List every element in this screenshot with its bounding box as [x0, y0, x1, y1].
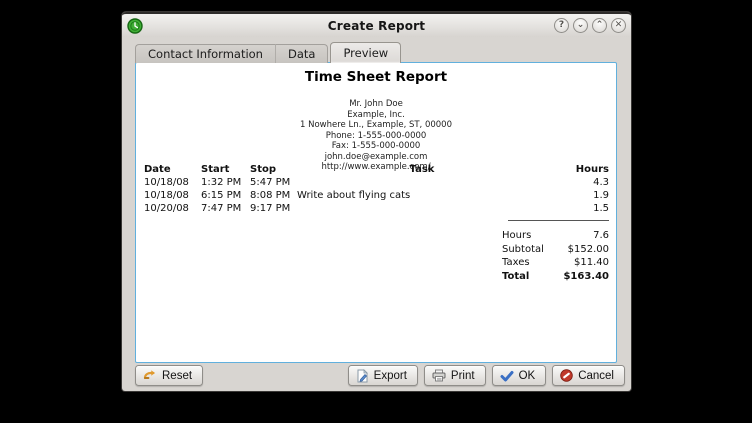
- report-title: Time Sheet Report: [136, 69, 616, 85]
- cell-start: 7:47 PM: [201, 202, 250, 215]
- print-label: Print: [451, 370, 475, 382]
- totals-value: $152.00: [568, 243, 609, 257]
- cell-date: 10/18/08: [144, 176, 201, 189]
- table-row: 10/20/08 7:47 PM 9:17 PM 1.5: [136, 202, 616, 215]
- contact-line: Fax: 1-555-000-0000: [136, 141, 616, 152]
- reset-label: Reset: [162, 370, 192, 382]
- cell-hours: 4.3: [547, 176, 609, 189]
- totals-divider: [508, 220, 609, 221]
- totals-value: 7.6: [593, 229, 609, 243]
- col-header-task: Task: [294, 163, 547, 176]
- export-document-icon: [356, 369, 369, 383]
- totals-row: Hours 7.6: [502, 229, 609, 243]
- cancel-label: Cancel: [578, 370, 614, 382]
- totals-row: Subtotal $152.00: [502, 243, 609, 257]
- export-button[interactable]: Export: [348, 365, 418, 386]
- printer-icon: [432, 369, 446, 382]
- ok-button[interactable]: OK: [492, 365, 547, 386]
- totals-label: Subtotal: [502, 243, 544, 257]
- table-body: 10/18/08 1:32 PM 5:47 PM 4.3 10/18/08 6:…: [136, 176, 616, 215]
- table-header-row: Date Start Stop Task Hours: [136, 163, 616, 176]
- contact-line: Phone: 1-555-000-0000: [136, 131, 616, 142]
- titlebar[interactable]: Create Report ? ⌄ ⌃ ✕: [122, 12, 631, 37]
- window-controls: ? ⌄ ⌃ ✕: [554, 18, 626, 33]
- cell-task: [294, 176, 547, 189]
- cell-start: 1:32 PM: [201, 176, 250, 189]
- cell-stop: 5:47 PM: [250, 176, 294, 189]
- maximize-button[interactable]: ⌃: [592, 18, 607, 33]
- create-report-window: Create Report ? ⌄ ⌃ ✕ Contact Informatio…: [122, 12, 631, 391]
- cancel-button[interactable]: Cancel: [552, 365, 625, 386]
- cell-stop: 9:17 PM: [250, 202, 294, 215]
- contact-line: john.doe@example.com: [136, 152, 616, 163]
- totals-label: Taxes: [502, 256, 530, 270]
- cell-stop: 8:08 PM: [250, 189, 294, 202]
- cell-date: 10/18/08: [144, 189, 201, 202]
- cell-start: 6:15 PM: [201, 189, 250, 202]
- contact-line: Example, Inc.: [136, 110, 616, 121]
- report-preview-pane: Time Sheet Report Mr. John DoeExample, I…: [135, 62, 617, 363]
- cell-task: Write about flying cats: [294, 189, 547, 202]
- cell-date: 10/20/08: [144, 202, 201, 215]
- undo-icon: [143, 369, 157, 382]
- contact-line: 1 Nowhere Ln., Example, ST, 00000: [136, 120, 616, 131]
- totals-label: Total: [502, 270, 529, 284]
- tab-preview[interactable]: Preview: [330, 42, 401, 63]
- timesheet-table: Date Start Stop Task Hours 10/18/08 1:32…: [136, 163, 616, 215]
- tab-contact-information[interactable]: Contact Information: [135, 44, 275, 63]
- minimize-button[interactable]: ⌄: [573, 18, 588, 33]
- cell-hours: 1.5: [547, 202, 609, 215]
- totals-block: Hours 7.6 Subtotal $152.00 Taxes $11.40 …: [502, 229, 609, 283]
- table-row: 10/18/08 1:32 PM 5:47 PM 4.3: [136, 176, 616, 189]
- close-button[interactable]: ✕: [611, 18, 626, 33]
- totals-value: $163.40: [563, 270, 609, 284]
- totals-label: Hours: [502, 229, 531, 243]
- table-row: 10/18/08 6:15 PM 8:08 PM Write about fly…: [136, 189, 616, 202]
- cancel-icon: [560, 369, 573, 382]
- button-bar: Reset Export Print: [135, 365, 625, 386]
- cell-task: [294, 202, 547, 215]
- reset-button[interactable]: Reset: [135, 365, 203, 386]
- print-button[interactable]: Print: [424, 365, 486, 386]
- totals-value: $11.40: [574, 256, 609, 270]
- help-button[interactable]: ?: [554, 18, 569, 33]
- contact-line: Mr. John Doe: [136, 99, 616, 110]
- col-header-hours: Hours: [547, 163, 609, 176]
- totals-row: Taxes $11.40: [502, 256, 609, 270]
- col-header-start: Start: [201, 163, 250, 176]
- contact-block: Mr. John DoeExample, Inc.1 Nowhere Ln., …: [136, 99, 616, 173]
- dialog-actions: Export Print OK: [348, 365, 625, 386]
- tab-data[interactable]: Data: [275, 44, 328, 63]
- totals-row: Total $163.40: [502, 270, 609, 284]
- check-icon: [500, 370, 514, 382]
- tab-bar: Contact Information Data Preview: [135, 43, 401, 63]
- col-header-date: Date: [144, 163, 201, 176]
- app-clock-icon: [127, 18, 143, 34]
- col-header-stop: Stop: [250, 163, 294, 176]
- export-label: Export: [374, 370, 407, 382]
- ok-label: OK: [519, 370, 536, 382]
- cell-hours: 1.9: [547, 189, 609, 202]
